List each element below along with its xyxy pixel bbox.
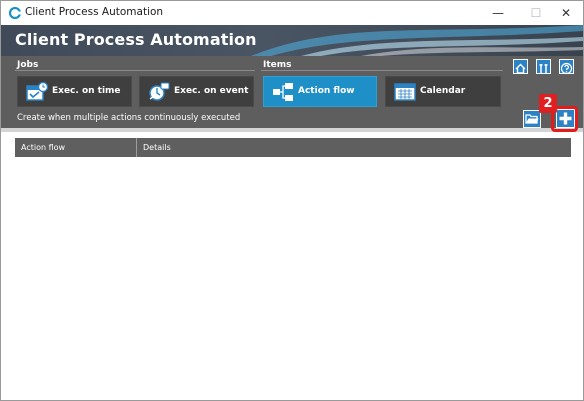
calendar-label: Calendar: [420, 86, 466, 96]
header-banner: Client Process Automation: [1, 25, 583, 56]
close-button[interactable]: ✕: [549, 1, 583, 25]
title-bar: Client Process Automation — ☐ ✕: [1, 1, 583, 25]
exec-on-event-label: Exec. on event: [174, 86, 249, 96]
toolbar-bottom-strip: [1, 128, 583, 132]
open-button[interactable]: [523, 110, 541, 128]
callout-number-badge: 2: [539, 94, 557, 113]
exec-on-event-button[interactable]: Exec. on event: [139, 76, 254, 107]
tools-icon: [539, 64, 548, 73]
column-header-action-flow[interactable]: Action flow: [15, 138, 136, 157]
jobs-section-label: Jobs: [17, 60, 39, 70]
action-flow-button[interactable]: Action flow: [263, 76, 377, 107]
column-header-details[interactable]: Details: [137, 138, 571, 157]
table-body[interactable]: [15, 157, 571, 385]
open-folder-icon: [525, 114, 539, 124]
exec-on-time-label: Exec. on time: [52, 86, 121, 96]
home-icon: [515, 63, 526, 74]
app-logo-icon: [9, 7, 21, 19]
flow-icon: [273, 83, 293, 101]
maximize-button[interactable]: ☐: [519, 1, 553, 25]
jobs-divider: [15, 70, 255, 71]
home-button[interactable]: [513, 59, 528, 74]
items-divider: [261, 70, 503, 71]
calendar-icon: [394, 83, 416, 101]
app-window: Client Process Automation — ☐ ✕ Client P…: [0, 0, 584, 401]
banner-title: Client Process Automation: [15, 30, 257, 49]
exec-on-time-button[interactable]: Exec. on time: [17, 76, 132, 107]
toolbar: Jobs Items Exec. on time Exec. on event …: [1, 56, 583, 128]
help-button[interactable]: [559, 59, 574, 75]
minimize-button[interactable]: —: [481, 1, 515, 25]
gear-clock-icon: [149, 82, 170, 101]
items-section-label: Items: [263, 60, 292, 70]
window-title: Client Process Automation: [25, 6, 164, 18]
hint-text: Create when multiple actions continuousl…: [17, 113, 241, 123]
calendar-clock-icon: [26, 82, 48, 101]
tools-button[interactable]: [536, 59, 551, 74]
help-icon: [560, 62, 573, 75]
table-header: Action flow Details: [15, 138, 571, 157]
calendar-button[interactable]: Calendar: [385, 76, 501, 107]
action-flow-label: Action flow: [298, 86, 355, 96]
